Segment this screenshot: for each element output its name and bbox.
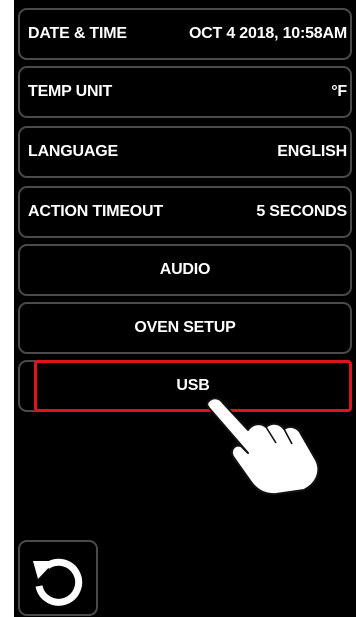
date-time-value: OCT 4 2018, 10:58AM bbox=[188, 25, 347, 42]
language-label: LANGUAGE bbox=[28, 143, 118, 160]
back-arrow-icon bbox=[33, 558, 83, 606]
oven-setup-button[interactable]: OVEN SETUP bbox=[18, 302, 352, 354]
date-time-label: DATE & TIME bbox=[28, 25, 127, 42]
action-timeout-value: 5 SECONDS bbox=[256, 203, 347, 220]
settings-screen: DATE & TIME OCT 4 2018, 10:58AM TEMP UNI… bbox=[14, 0, 356, 617]
temp-unit-row[interactable]: TEMP UNIT °F bbox=[18, 66, 352, 118]
action-timeout-row[interactable]: ACTION TIMEOUT 5 SECONDS bbox=[18, 186, 352, 238]
language-value: ENGLISH bbox=[277, 143, 347, 160]
oven-setup-label: OVEN SETUP bbox=[134, 319, 236, 336]
pointing-hand-icon bbox=[206, 397, 320, 496]
temp-unit-value: °F bbox=[331, 83, 347, 100]
audio-button[interactable]: AUDIO bbox=[18, 244, 352, 296]
date-time-row[interactable]: DATE & TIME OCT 4 2018, 10:58AM bbox=[18, 8, 352, 60]
usb-label: USB bbox=[176, 377, 210, 394]
audio-label: AUDIO bbox=[159, 261, 211, 278]
back-button[interactable] bbox=[18, 540, 98, 616]
temp-unit-label: TEMP UNIT bbox=[28, 83, 113, 100]
action-timeout-label: ACTION TIMEOUT bbox=[28, 203, 163, 220]
language-row[interactable]: LANGUAGE ENGLISH bbox=[18, 126, 352, 178]
